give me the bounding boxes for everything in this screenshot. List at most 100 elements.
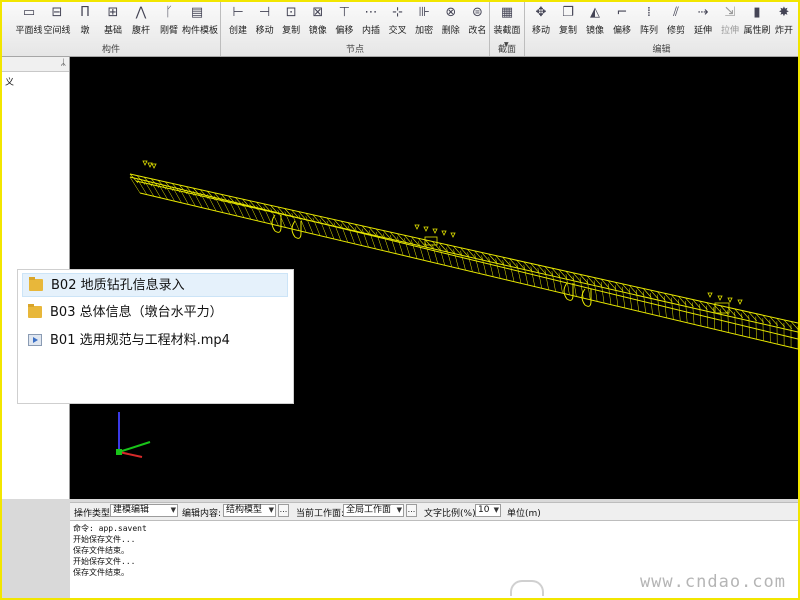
support-marker — [432, 228, 438, 234]
member-template-icon: ▤ — [190, 5, 204, 20]
ribbon-tool-offset-button[interactable]: ⌐ 偏移 — [607, 4, 637, 42]
ribbon-tool-delete-node-button[interactable]: ⊗ 删除 — [436, 4, 466, 42]
ribbon-tool-space-line-button[interactable]: ⊟ 空间线 — [42, 4, 72, 42]
tool-label: 复制 — [282, 26, 301, 36]
file-list-item[interactable]: B02 地质钻孔信息录入 — [22, 273, 288, 297]
support-marker — [727, 297, 733, 303]
ribbon-tool-interpolate-button[interactable]: ⋯ 内插 — [356, 4, 386, 42]
web-line — [467, 252, 473, 272]
web-line — [488, 256, 494, 277]
watermark-logo — [510, 580, 544, 596]
tool-label: 删除 — [441, 26, 460, 36]
op-type-value: 建模编辑 — [113, 505, 150, 515]
ribbon-tool-intersect-button[interactable]: ⊹ 交叉 — [383, 4, 413, 42]
web-line — [277, 209, 286, 228]
tool-label: 阵列 — [639, 26, 658, 36]
tool-label: 刚臂 — [159, 26, 178, 36]
web-line — [544, 269, 549, 290]
web-line — [242, 201, 252, 220]
op-type-select[interactable]: 建模编辑 ▼ — [110, 504, 178, 517]
move-icon: ✥ — [535, 5, 547, 20]
ribbon-tool-densify-button[interactable]: ⊪ 加密 — [409, 4, 439, 42]
ribbon-tool-trim-button[interactable]: ⫽ 修剪 — [661, 4, 691, 42]
ribbon-tool-mirror-node-button[interactable]: ⊠ 镜像 — [303, 4, 333, 42]
file-list-item[interactable]: B03 总体信息（墩台水平力） — [22, 301, 288, 325]
tool-label: 加密 — [415, 26, 434, 36]
ribbon-tool-pier-button[interactable]: Π墩 — [70, 4, 100, 42]
web-line — [516, 263, 522, 284]
ribbon-tool-copy-node-button[interactable]: ⊡ 复制 — [276, 4, 306, 42]
support-marker — [142, 160, 148, 166]
web-line — [249, 203, 258, 222]
ribbon-group-label: 构件 — [101, 45, 120, 55]
offset-node-icon: ⊤ — [338, 5, 351, 20]
app-window: ▭ 平面线 ⊟ 空间线 Π 墩 ⊞ 基础 ⋀ 腹杆 ᚴ 刚臂 ▤ 构件模板构件 ⊢ 创建 ⊣ 移动 ⊡ 复制 ⊠ 镜像 ⊤ 偏… — [0, 0, 800, 600]
work-plane-more-button[interactable]: ... — [406, 504, 417, 517]
ribbon-tool-extend-button[interactable]: ⇢ 延伸 — [688, 4, 718, 42]
web-line — [361, 228, 369, 248]
support-marker — [414, 224, 420, 230]
ribbon-tool-stretch-button[interactable]: ⇲ 拉伸 — [715, 4, 745, 42]
web-line — [586, 278, 591, 300]
tool-label: 基础 — [103, 26, 122, 36]
copy-icon: ❐ — [562, 5, 574, 20]
web-line — [481, 255, 487, 276]
support-marker — [707, 292, 713, 298]
web-member-icon: ⋀ — [135, 5, 147, 20]
ribbon-tool-move-button[interactable]: ✥ 移动 — [526, 4, 556, 42]
web-line — [530, 266, 536, 287]
web-line — [502, 260, 508, 281]
ribbon-toolbar: ▭ 平面线 ⊟ 空间线 Π 墩 ⊞ 基础 ⋀ 腹杆 ᚴ 刚臂 ▤ 构件模板构件 ⊢ 创建 ⊣ 移动 ⊡ 复制 ⊠ 镜像 ⊤ 偏… — [2, 2, 798, 57]
stretch-icon: ⇲ — [724, 5, 736, 20]
plane-line-icon: ▭ — [22, 5, 36, 20]
web-line — [263, 206, 272, 225]
dropdown-arrow-icon: ▼ — [170, 506, 176, 514]
ribbon-tool-rename-node-button[interactable]: ⊜ 改名 — [462, 4, 492, 42]
ribbon-tool-member-template-button[interactable]: ▤ 构件模板 — [182, 4, 219, 42]
space-line-icon: ⊟ — [51, 5, 63, 20]
web-line — [319, 219, 328, 238]
edit-content-more-button[interactable]: ... — [278, 504, 289, 517]
trim-icon: ⫽ — [673, 5, 679, 20]
file-list-item[interactable]: B01 选用规范与工程材料.mp4 — [22, 329, 288, 353]
web-line — [727, 310, 729, 333]
ribbon-tool-move-node-button[interactable]: ⊣ 移动 — [250, 4, 280, 42]
densify-icon: ⊪ — [418, 5, 430, 20]
web-line — [298, 214, 307, 233]
rigid-arm-icon: ᚴ — [165, 5, 173, 20]
ribbon-group-label: 截面 — [497, 45, 516, 55]
tool-label: 拉伸 — [720, 26, 739, 36]
ribbon-group-label: 编辑 — [652, 45, 671, 55]
edit-content-select[interactable]: 结构模型 ▼ — [223, 504, 276, 517]
web-line — [607, 283, 612, 305]
unit-label: 单位(m) — [507, 509, 541, 519]
tool-label: 构件模板 — [182, 26, 219, 36]
ribbon-tool-offset-node-button[interactable]: ⊤ 偏移 — [329, 4, 359, 42]
support-marker — [450, 232, 456, 238]
web-line — [741, 313, 743, 336]
interpolate-icon: ⋯ — [364, 5, 378, 20]
ribbon-tool-copy-button[interactable]: ❐ 复制 — [553, 4, 583, 42]
pier-mark — [563, 282, 574, 301]
edit-content-value: 结构模型 — [226, 505, 263, 515]
work-plane-select[interactable]: 全局工作面 ▼ — [343, 504, 404, 517]
tool-label: 内插 — [361, 26, 380, 36]
text-ratio-select[interactable]: 10 ▼ — [475, 504, 501, 517]
ribbon-tool-property-brush-button[interactable]: ▮ 属性刷 — [742, 4, 772, 42]
move-node-icon: ⊣ — [258, 5, 271, 20]
web-line — [614, 285, 619, 307]
ribbon-tool-explode-button[interactable]: ✸ 炸开 — [769, 4, 798, 42]
ribbon-tool-rigid-arm-button[interactable]: ᚴ 刚臂 — [154, 4, 184, 42]
ribbon-tool-foundation-button[interactable]: ⊞ 基础 — [98, 4, 128, 42]
ribbon-group-3: ✥ 移动 ❐ 复制 ◭ 镜像 ⌐ 偏移 ⁞ 阵列 ⫽ 修剪 ⇢ 延伸 ⇲ 拉伸 ▮ 属性刷 ✸ 炸开编辑 — [525, 2, 798, 56]
tree-item[interactable]: 义 — [5, 75, 14, 88]
ribbon-tool-web-member-button[interactable]: ⋀ 腹杆 — [126, 4, 156, 42]
pin-icon[interactable]: ᛦ — [61, 58, 66, 68]
ribbon-tool-create-node-button[interactable]: ⊢ 创建 — [223, 4, 253, 42]
web-line — [354, 227, 362, 246]
ribbon-tool-array-button[interactable]: ⁞ 阵列 — [634, 4, 664, 42]
axis-x — [118, 441, 151, 453]
ribbon-tool-section-button[interactable]: ▦ 装截面 ▼ — [492, 4, 522, 48]
ribbon-tool-plane-line-button[interactable]: ▭ 平面线 — [14, 4, 44, 42]
ribbon-tool-mirror-button[interactable]: ◭ 镜像 — [580, 4, 610, 42]
